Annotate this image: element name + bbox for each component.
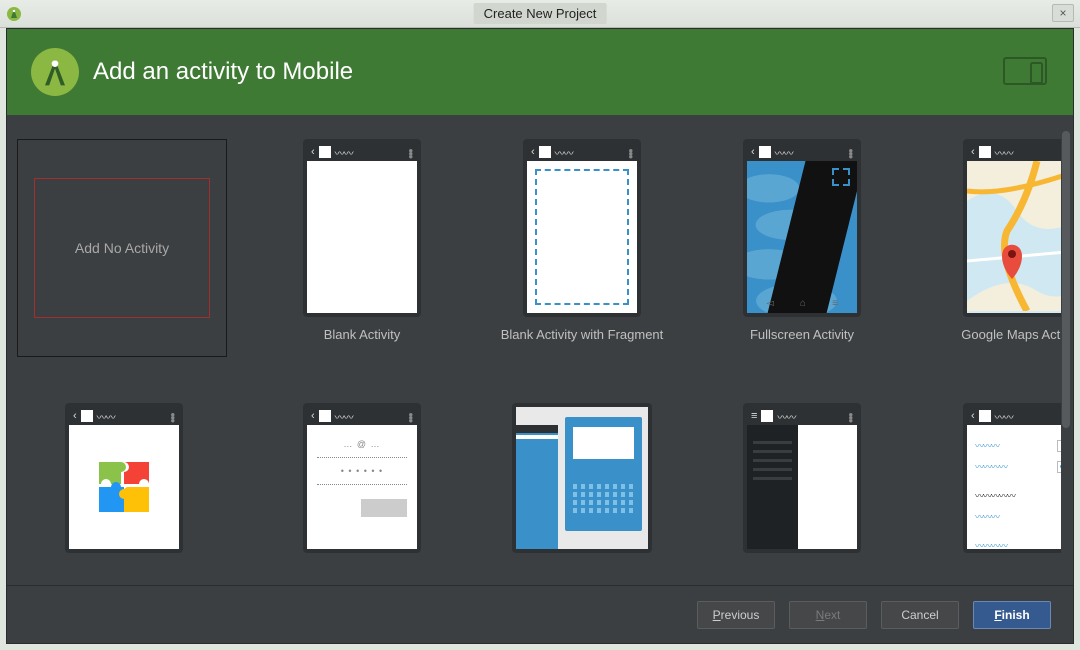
app-title-icon [81,410,93,422]
back-icon: ‹ [531,146,535,158]
android-studio-logo-icon [31,48,79,96]
titlebar: Create New Project × [0,0,1080,28]
template-cell-nav-drawer: ≡ 〰〰 ••• [717,403,887,553]
template-navigation-drawer-activity[interactable]: ≡ 〰〰 ••• [717,403,887,553]
title-squiggle-icon: 〰〰 [335,409,353,424]
map-preview-icon [967,161,1063,311]
overflow-menu-icon: ••• [408,412,413,421]
previous-button[interactable]: Previous [697,601,775,629]
template-label-fragment: Blank Activity with Fragment [501,327,664,345]
wizard-footer: Previous Next Cancel Finish [7,585,1073,643]
email-hint-icon: … @ … [343,439,380,449]
template-cell-master-detail [497,403,667,553]
window-title: Create New Project [474,3,607,24]
title-squiggle-icon: 〰〰 [777,409,795,424]
scrollbar-thumb[interactable] [1062,131,1070,428]
back-icon: ‹ [751,146,755,158]
next-button[interactable]: Next [789,601,867,629]
phone-actionbar: ≡ 〰〰 ••• [747,407,857,425]
template-cell-maps: ‹〰〰 ••• [937,139,1063,385]
template-grid: Add No Activity ‹ 〰〰 ••• Blank Activity [17,129,1063,563]
master-list-icon [516,425,558,549]
detail-pane-icon [565,417,642,531]
back-icon: ‹ [311,146,315,158]
no-activity-label: Add No Activity [34,178,210,318]
vertical-scrollbar[interactable] [1061,129,1071,579]
template-cell-play-services: ‹ 〰〰 ••• [21,403,227,553]
template-blank-activity[interactable]: ‹ 〰〰 ••• [277,139,447,317]
finish-button[interactable]: Finish [973,601,1051,629]
wizard-title: Add an activity to Mobile [93,58,353,86]
phone-actionbar: ‹ 〰〰 ••• [307,143,417,161]
template-fullscreen-activity[interactable]: ‹ 〰〰 ••• ◅⌂≡ [717,139,887,317]
title-squiggle-icon: 〰〰 [97,409,115,424]
play-services-puzzle-icon [94,457,154,517]
template-login-activity[interactable]: ‹ 〰〰 ••• … @ … • • • • • • [277,403,447,553]
overflow-menu-icon: ••• [848,412,853,421]
template-cell-blank: ‹ 〰〰 ••• Blank Activity [277,139,447,385]
app-title-icon [979,146,991,158]
template-label-blank: Blank Activity [324,327,401,345]
template-cell-login: ‹ 〰〰 ••• … @ … • • • • • • [277,403,447,553]
template-cell-fullscreen: ‹〰〰 ••• ◅⌂≡ Fullscreen Activ [717,139,887,385]
back-icon: ‹ [311,410,315,422]
phone-actionbar: ‹ 〰〰 ••• [307,407,417,425]
password-hint-icon: • • • • • • [341,466,383,476]
title-squiggle-icon: 〰〰 [995,409,1013,424]
title-squiggle-icon: 〰〰 [335,145,353,160]
back-icon: ‹ [73,410,77,422]
form-factor-icon [1003,57,1047,92]
overflow-menu-icon: ••• [408,148,413,157]
phone-actionbar: ‹〰〰 ••• [967,143,1063,161]
template-gallery: Add No Activity ‹ 〰〰 ••• Blank Activity [17,129,1063,583]
template-google-maps-activity[interactable]: ‹〰〰 ••• [937,139,1063,317]
template-cell-settings: ‹〰〰 ••• 〰〰〰 〰〰〰〰✔ 〰〰〰〰〰 〰〰〰 〰〰〰〰 [937,403,1063,553]
phone-actionbar: ‹〰〰 ••• [967,407,1063,425]
back-icon: ‹ [971,146,975,158]
template-settings-activity[interactable]: ‹〰〰 ••• 〰〰〰 〰〰〰〰✔ 〰〰〰〰〰 〰〰〰 〰〰〰〰 [937,403,1063,553]
phone-actionbar: ‹ 〰〰 ••• [747,143,857,161]
template-master-detail-flow[interactable] [497,403,667,553]
previous-label-rest: revious [721,608,760,622]
cancel-button[interactable]: Cancel [881,601,959,629]
app-title-icon [539,146,551,158]
dialog-window: Add an activity to Mobile Add No Activit… [6,28,1074,644]
template-add-no-activity[interactable]: Add No Activity [17,139,227,357]
drawer-icon: ≡ [751,410,757,422]
finish-label-rest: inish [1002,608,1030,622]
title-squiggle-icon: 〰〰 [555,145,573,160]
template-cell-none: Add No Activity [21,139,227,385]
app-title-icon [319,410,331,422]
navigation-drawer-icon [747,425,798,549]
next-label-rest: ext [824,608,840,622]
app-title-icon [759,146,771,158]
template-label-fullscreen: Fullscreen Activity [750,327,854,345]
template-cell-fragment: ‹ 〰〰 ••• Blank Activity with Fragment [497,139,667,385]
nav-bar-icon: ◅⌂≡ [753,295,851,311]
phone-actionbar: ‹ 〰〰 ••• [527,143,637,161]
title-squiggle-icon: 〰〰 [775,145,793,160]
template-google-play-services[interactable]: ‹ 〰〰 ••• [39,403,209,553]
app-title-icon [319,146,331,158]
expand-icon [831,167,851,187]
close-icon: × [1059,6,1066,20]
fragment-outline-icon [535,169,629,305]
wizard-header: Add an activity to Mobile [7,29,1073,115]
sign-in-button-icon [361,499,407,517]
template-blank-fragment[interactable]: ‹ 〰〰 ••• [497,139,667,317]
template-label-maps: Google Maps Activity [961,327,1063,345]
back-icon: ‹ [971,410,975,422]
overflow-menu-icon: ••• [628,148,633,157]
window-close-button[interactable]: × [1052,4,1074,22]
overflow-menu-icon: ••• [848,148,853,157]
title-squiggle-icon: 〰〰 [995,145,1013,160]
app-title-icon [761,410,773,422]
app-title-icon [979,410,991,422]
phone-actionbar: ‹ 〰〰 ••• [69,407,179,425]
app-icon [6,6,22,22]
overflow-menu-icon: ••• [170,412,175,421]
